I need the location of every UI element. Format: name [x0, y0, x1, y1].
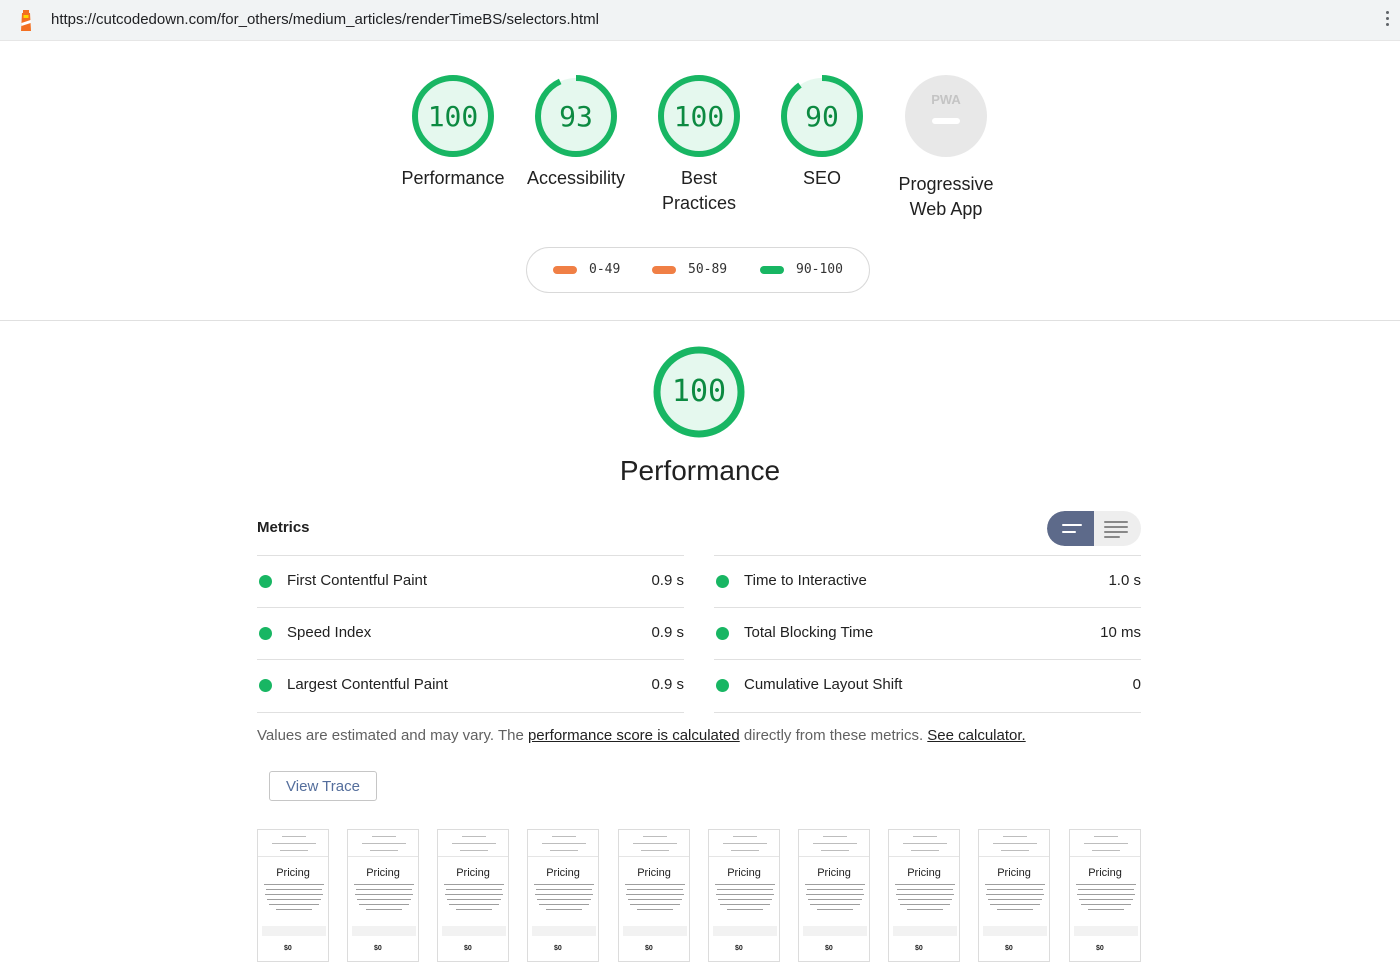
metrics-view-toggle[interactable] — [1047, 511, 1141, 546]
metric-speed-index: Speed Index 0.9 s — [257, 607, 684, 659]
frame-price: $0 — [374, 945, 382, 952]
frame-price: $0 — [915, 945, 923, 952]
filmstrip-frame: Pricing $0 — [888, 829, 960, 962]
frame-title: Pricing — [546, 867, 580, 879]
expanded-view-icon[interactable] — [1094, 511, 1141, 546]
compact-view-icon[interactable] — [1047, 511, 1094, 546]
gauge-score: 100 — [427, 100, 479, 133]
frame-price: $0 — [1005, 945, 1013, 952]
metric-total-blocking-time: Total Blocking Time 10 ms — [714, 607, 1141, 659]
filmstrip-frame: Pricing $0 — [978, 829, 1050, 962]
frame-price: $0 — [1096, 945, 1104, 952]
score-calculation-link[interactable]: performance score is calculated — [528, 727, 740, 744]
gauge-label: SEO — [802, 168, 841, 188]
svg-text:PWA: PWA — [931, 92, 961, 107]
gauge-pwa[interactable]: PWA Progressive Web App — [885, 74, 1007, 222]
pass-indicator-icon — [716, 627, 729, 640]
metrics-heading: Metrics — [257, 519, 310, 536]
filmstrip-frame: Pricing $0 — [347, 829, 419, 962]
gauge-seo[interactable]: 90 SEO — [766, 74, 878, 191]
fail-swatch-icon — [553, 265, 577, 274]
filmstrip-frame: Pricing $0 — [708, 829, 780, 962]
category-score: 100 — [671, 374, 727, 409]
frame-price: $0 — [464, 945, 472, 952]
frame-price: $0 — [735, 945, 743, 952]
view-trace-button[interactable]: View Trace — [269, 771, 377, 801]
filmstrip-frame: Pricing $0 — [527, 829, 599, 962]
metric-first-contentful-paint: First Contentful Paint 0.9 s — [257, 555, 684, 607]
gauge-best-practices[interactable]: 100 Best Practices — [643, 74, 755, 216]
lighthouse-logo-icon — [21, 10, 31, 31]
metrics-note: Values are estimated and may vary. The p… — [257, 727, 1026, 744]
filmstrip-frame: Pricing $0 — [1069, 829, 1141, 962]
url-text[interactable]: https://cutcodedown.com/for_others/mediu… — [51, 11, 599, 28]
frame-price: $0 — [825, 945, 833, 952]
filmstrip-frame: Pricing $0 — [437, 829, 509, 962]
metric-time-to-interactive: Time to Interactive 1.0 s — [714, 555, 1141, 607]
gauge-label: Best Practices — [661, 168, 737, 213]
frame-title: Pricing — [997, 867, 1031, 879]
gauge-performance[interactable]: 100 Performance — [397, 74, 509, 191]
see-calculator-link[interactable]: See calculator. — [927, 727, 1025, 744]
pass-indicator-icon — [259, 575, 272, 588]
frame-title: Pricing — [817, 867, 851, 879]
metrics-divider — [257, 712, 684, 713]
filmstrip-frame: Pricing $0 — [798, 829, 870, 962]
frame-title: Pricing — [727, 867, 761, 879]
frame-title: Pricing — [276, 867, 310, 879]
gauge-score: 90 — [805, 100, 839, 133]
pass-indicator-icon — [259, 627, 272, 640]
frame-title: Pricing — [456, 867, 490, 879]
gauge-score: 93 — [559, 100, 593, 133]
gauge-accessibility[interactable]: 93 Accessibility — [520, 74, 632, 191]
gauge-label: Accessibility — [526, 168, 626, 188]
legend-pass: 90-100 — [760, 262, 843, 277]
gauge-score: 100 — [673, 100, 725, 133]
metric-largest-contentful-paint: Largest Contentful Paint 0.9 s — [257, 659, 684, 711]
pass-indicator-icon — [259, 679, 272, 692]
pass-swatch-icon — [760, 265, 784, 274]
frame-price: $0 — [284, 945, 292, 952]
gauge-label: Performance — [401, 168, 505, 188]
frame-title: Pricing — [1088, 867, 1122, 879]
frame-title: Pricing — [907, 867, 941, 879]
filmstrip-frame: Pricing $0 — [257, 829, 329, 962]
more-options-icon[interactable] — [1384, 8, 1390, 32]
legend-fail: 0-49 — [553, 262, 620, 277]
metrics-divider — [714, 712, 1141, 713]
score-legend: 0-49 50-89 90-100 — [526, 247, 870, 293]
legend-average: 50-89 — [652, 262, 727, 277]
category-gauge: 100 — [652, 345, 746, 439]
frame-price: $0 — [554, 945, 562, 952]
pwa-badge-icon: PWA — [905, 75, 987, 157]
pass-indicator-icon — [716, 575, 729, 588]
frame-title: Pricing — [637, 867, 671, 879]
frame-title: Pricing — [366, 867, 400, 879]
frame-price: $0 — [645, 945, 653, 952]
section-divider — [0, 320, 1400, 321]
category-title: Performance — [619, 455, 781, 486]
gauge-label: Progressive Web App — [898, 174, 994, 219]
pass-indicator-icon — [716, 679, 729, 692]
average-swatch-icon — [652, 265, 676, 274]
filmstrip-frame: Pricing $0 — [618, 829, 690, 962]
address-bar: https://cutcodedown.com/for_others/mediu… — [0, 0, 1400, 41]
metric-cumulative-layout-shift: Cumulative Layout Shift 0 — [714, 659, 1141, 711]
